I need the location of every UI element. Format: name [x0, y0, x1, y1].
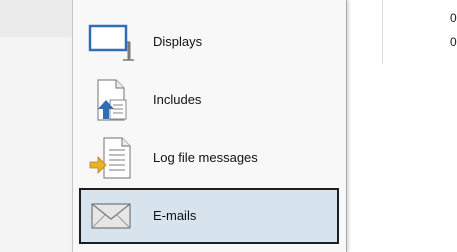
background-left	[0, 0, 72, 252]
background-right: 0 0	[349, 0, 457, 252]
background-left-stripe	[0, 0, 72, 37]
monitor-icon	[88, 24, 134, 61]
menu-item-e-mails[interactable]: E-mails	[79, 188, 339, 244]
menu-item-label: Includes	[153, 92, 202, 107]
menu-item-displays[interactable]: Displays	[79, 14, 339, 70]
log-file-icon	[89, 137, 131, 179]
include-document-icon	[97, 79, 127, 121]
menu-item-includes[interactable]: Includes	[79, 72, 339, 128]
dropdown-menu: Displays Includes Log file messages E-ma…	[72, 0, 347, 252]
menu-item-label: Log file messages	[153, 150, 258, 165]
right-column-value-1: 0	[450, 11, 457, 25]
menu-item-label: E-mails	[153, 208, 197, 223]
right-column-value-2: 0	[450, 35, 457, 49]
menu-item-label: Displays	[153, 34, 203, 49]
column-divider	[382, 0, 383, 64]
envelope-icon	[91, 203, 131, 229]
menu-item-log-file-messages[interactable]: Log file messages	[79, 130, 339, 186]
